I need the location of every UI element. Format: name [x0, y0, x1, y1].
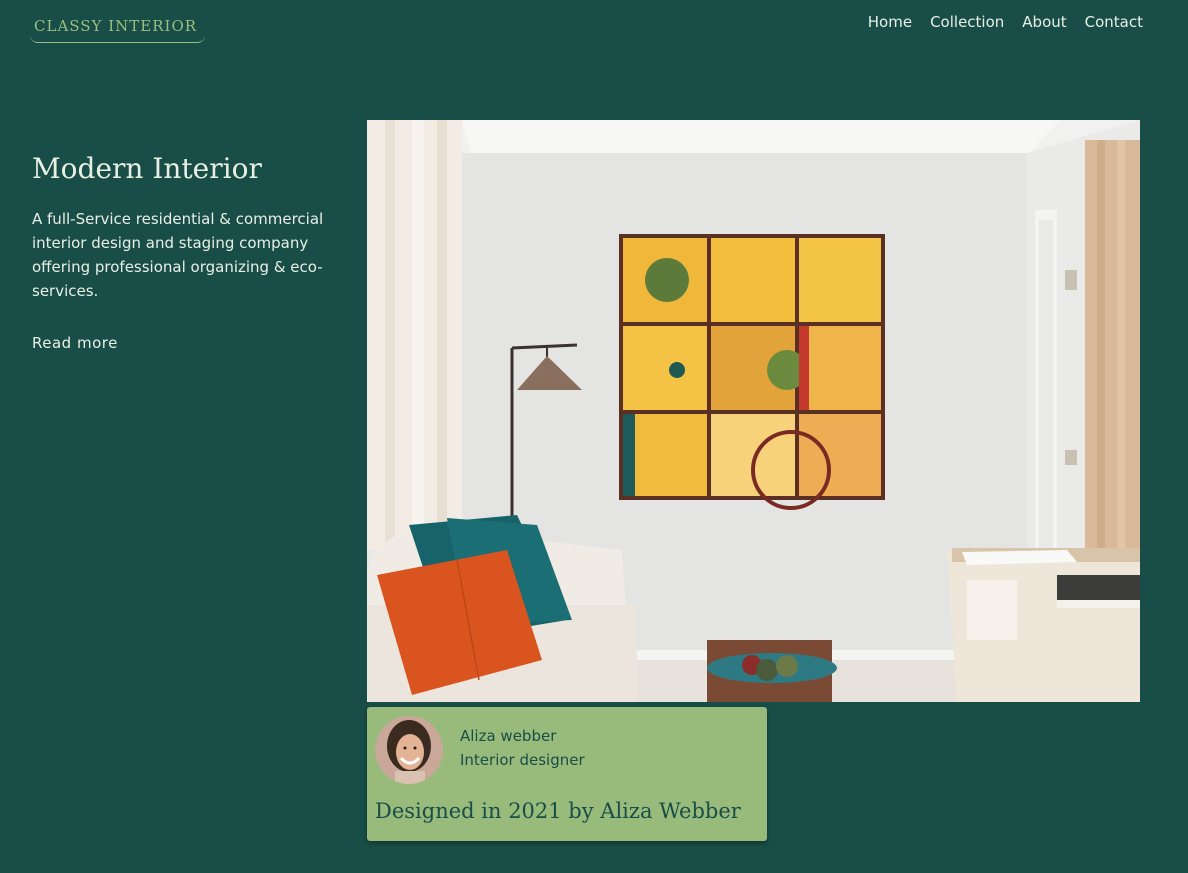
nav-contact-link[interactable]: Contact — [1085, 13, 1143, 31]
site-logo[interactable]: CLASSY INTERIOR — [30, 12, 205, 43]
nav-home-link[interactable]: Home — [868, 13, 912, 31]
avatar-portrait — [375, 716, 443, 784]
designer-card: Aliza webber Interior designer Designed … — [367, 707, 767, 841]
hero-room-image — [367, 120, 1140, 702]
nav-collection-link[interactable]: Collection — [930, 13, 1004, 31]
nav-about-link[interactable]: About — [1022, 13, 1066, 31]
hero-title: Modern Interior — [32, 152, 262, 185]
hero-description: A full-Service residential & commercial … — [32, 210, 324, 300]
read-more-link[interactable]: Read more — [32, 334, 118, 352]
design-credit: Designed in 2021 by Aliza Webber — [375, 799, 741, 823]
designer-role: Interior designer — [460, 751, 585, 769]
designer-name: Aliza webber — [460, 727, 557, 745]
room-illustration — [367, 120, 1140, 702]
designer-avatar — [375, 716, 443, 784]
main-nav: Home Collection About Contact — [868, 13, 1143, 31]
